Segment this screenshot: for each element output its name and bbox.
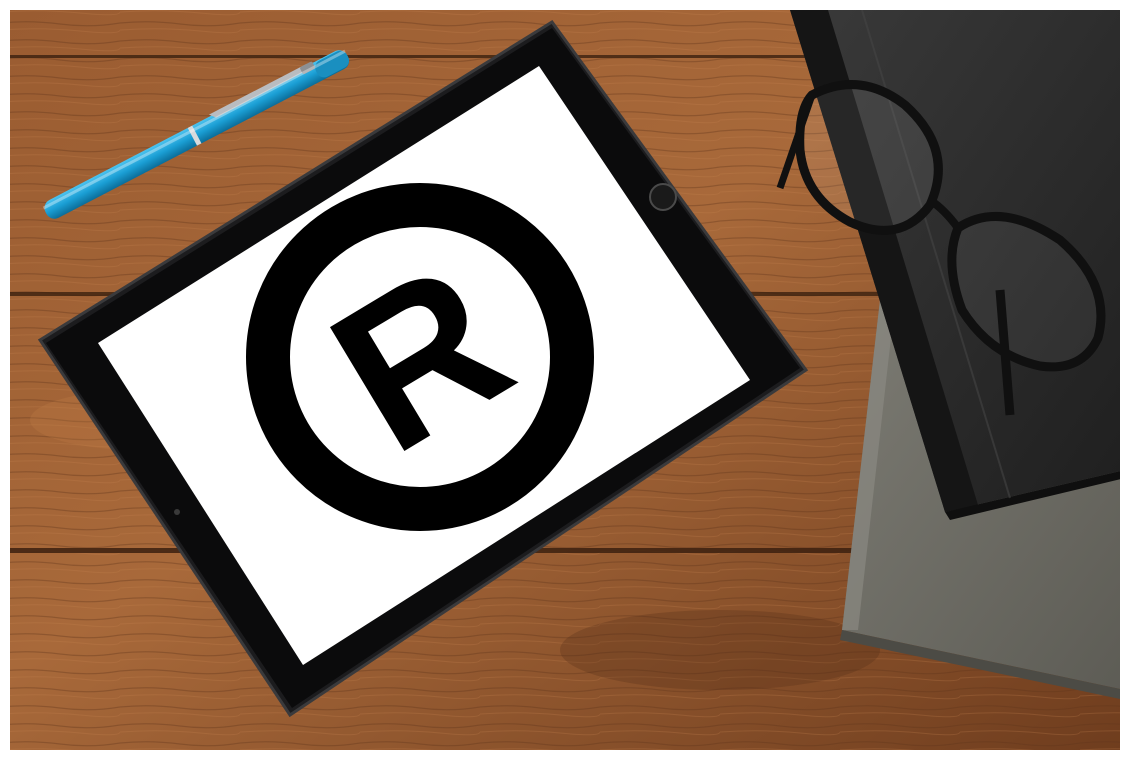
photo-scene: R: [0, 0, 1125, 759]
desk-photo: R: [10, 10, 1120, 750]
home-button-icon: [649, 183, 677, 211]
